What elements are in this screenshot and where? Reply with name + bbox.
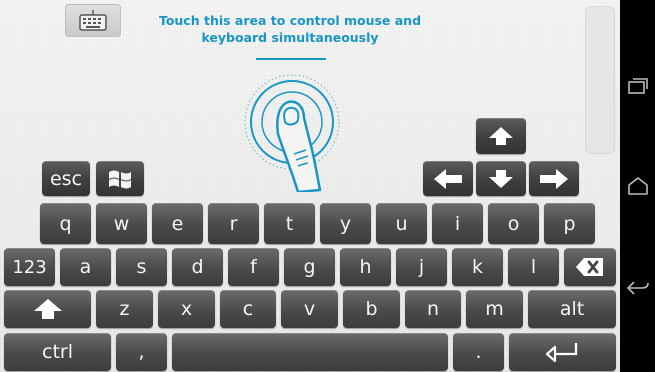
key-v[interactable]: v xyxy=(281,290,338,328)
key-s[interactable]: s xyxy=(116,248,167,286)
keyboard-icon xyxy=(79,9,107,31)
key-p[interactable]: p xyxy=(544,203,595,244)
key-f[interactable]: f xyxy=(228,248,279,286)
key-label: y xyxy=(339,212,352,235)
key-label: q xyxy=(59,212,72,235)
ctrl-key[interactable]: ctrl xyxy=(4,333,111,371)
key-label: j xyxy=(418,256,425,278)
key-label: g xyxy=(303,256,316,278)
key-label: v xyxy=(303,298,316,320)
back-icon xyxy=(626,281,649,295)
key-d[interactable]: d xyxy=(172,248,223,286)
key-e[interactable]: e xyxy=(152,203,203,244)
key-label: e xyxy=(171,212,184,235)
arrow-left-icon xyxy=(434,168,462,189)
recent-apps-icon xyxy=(627,78,648,94)
key-label: c xyxy=(242,298,254,320)
key-label: w xyxy=(113,212,130,235)
scroll-strip[interactable] xyxy=(585,6,615,154)
key-label: o xyxy=(507,212,520,235)
hint-line-2: keyboard simultaneously xyxy=(201,30,379,45)
key-label: p xyxy=(563,212,576,235)
system-nav-bar xyxy=(620,0,655,372)
arrow-right-icon xyxy=(540,168,568,189)
key-b[interactable]: b xyxy=(343,290,400,328)
key-label: r xyxy=(229,212,238,235)
key-label: 123 xyxy=(12,256,47,278)
hint-line-1: Touch this area to control mouse and xyxy=(158,13,422,28)
touchpad-hint: Touch this area to control mouse and key… xyxy=(140,12,440,46)
key-label: n xyxy=(426,298,440,320)
key-label: k xyxy=(471,256,483,278)
key-label: b xyxy=(365,298,378,320)
key-label: x xyxy=(180,298,193,320)
back-button[interactable] xyxy=(620,268,655,308)
key-y[interactable]: y xyxy=(320,203,371,244)
key-k[interactable]: k xyxy=(452,248,503,286)
key-a[interactable]: a xyxy=(60,248,111,286)
key-j[interactable]: j xyxy=(396,248,447,286)
key-c[interactable]: c xyxy=(220,290,276,328)
space-key[interactable] xyxy=(172,333,448,371)
shift-key[interactable] xyxy=(4,290,91,328)
arrow-down-key[interactable] xyxy=(476,161,526,196)
arrow-up-icon xyxy=(489,127,513,145)
keyboard-toggle-button[interactable] xyxy=(65,4,121,37)
esc-key-label: esc xyxy=(49,167,83,190)
arrow-left-key[interactable] xyxy=(423,161,473,196)
key-o[interactable]: o xyxy=(488,203,539,244)
key-x[interactable]: x xyxy=(158,290,215,328)
key-label: m xyxy=(485,298,504,320)
backspace-icon xyxy=(576,258,603,276)
key-label: z xyxy=(119,298,130,320)
key-l[interactable]: l xyxy=(508,248,559,286)
key-label: u xyxy=(395,212,408,235)
hint-underline xyxy=(256,58,326,60)
key-u[interactable]: u xyxy=(376,203,427,244)
home-icon xyxy=(627,177,648,195)
key-h[interactable]: h xyxy=(340,248,391,286)
arrow-right-key[interactable] xyxy=(529,161,579,196)
key-n[interactable]: n xyxy=(405,290,461,328)
key-i[interactable]: i xyxy=(432,203,483,244)
key-label: f xyxy=(250,256,257,278)
enter-icon xyxy=(545,343,577,363)
enter-key[interactable] xyxy=(509,333,616,371)
key-w[interactable]: w xyxy=(96,203,147,244)
key-g[interactable]: g xyxy=(284,248,335,286)
key-t[interactable]: t xyxy=(264,203,315,244)
key-label: . xyxy=(475,341,482,363)
period-key[interactable]: . xyxy=(453,333,504,371)
esc-key[interactable]: esc xyxy=(42,161,90,196)
windows-key[interactable] xyxy=(96,161,144,196)
comma-key[interactable]: , xyxy=(116,333,167,371)
key-label: ctrl xyxy=(42,341,73,363)
shift-arrow-icon xyxy=(33,299,62,319)
key-label: l xyxy=(530,256,537,278)
recent-apps-button[interactable] xyxy=(620,66,655,106)
key-123[interactable]: 123 xyxy=(4,248,55,286)
key-z[interactable]: z xyxy=(96,290,153,328)
key-label: s xyxy=(136,256,147,278)
key-label: d xyxy=(191,256,204,278)
alt-key[interactable]: alt xyxy=(528,290,616,328)
key-label: , xyxy=(138,341,145,363)
windows-logo-icon xyxy=(109,170,131,188)
key-q[interactable]: q xyxy=(40,203,91,244)
key-r[interactable]: r xyxy=(208,203,259,244)
key-label: alt xyxy=(559,298,585,320)
key-label: a xyxy=(79,256,92,278)
key-label: i xyxy=(454,212,461,235)
backspace-key[interactable] xyxy=(564,248,616,286)
home-button[interactable] xyxy=(620,166,655,206)
key-m[interactable]: m xyxy=(466,290,523,328)
arrow-up-key[interactable] xyxy=(476,118,526,154)
remote-keyboard-screen: Touch this area to control mouse and key… xyxy=(0,0,620,372)
key-label: h xyxy=(359,256,372,278)
key-label: t xyxy=(285,212,294,235)
touch-finger-icon xyxy=(244,74,340,192)
arrow-down-icon xyxy=(489,169,513,188)
